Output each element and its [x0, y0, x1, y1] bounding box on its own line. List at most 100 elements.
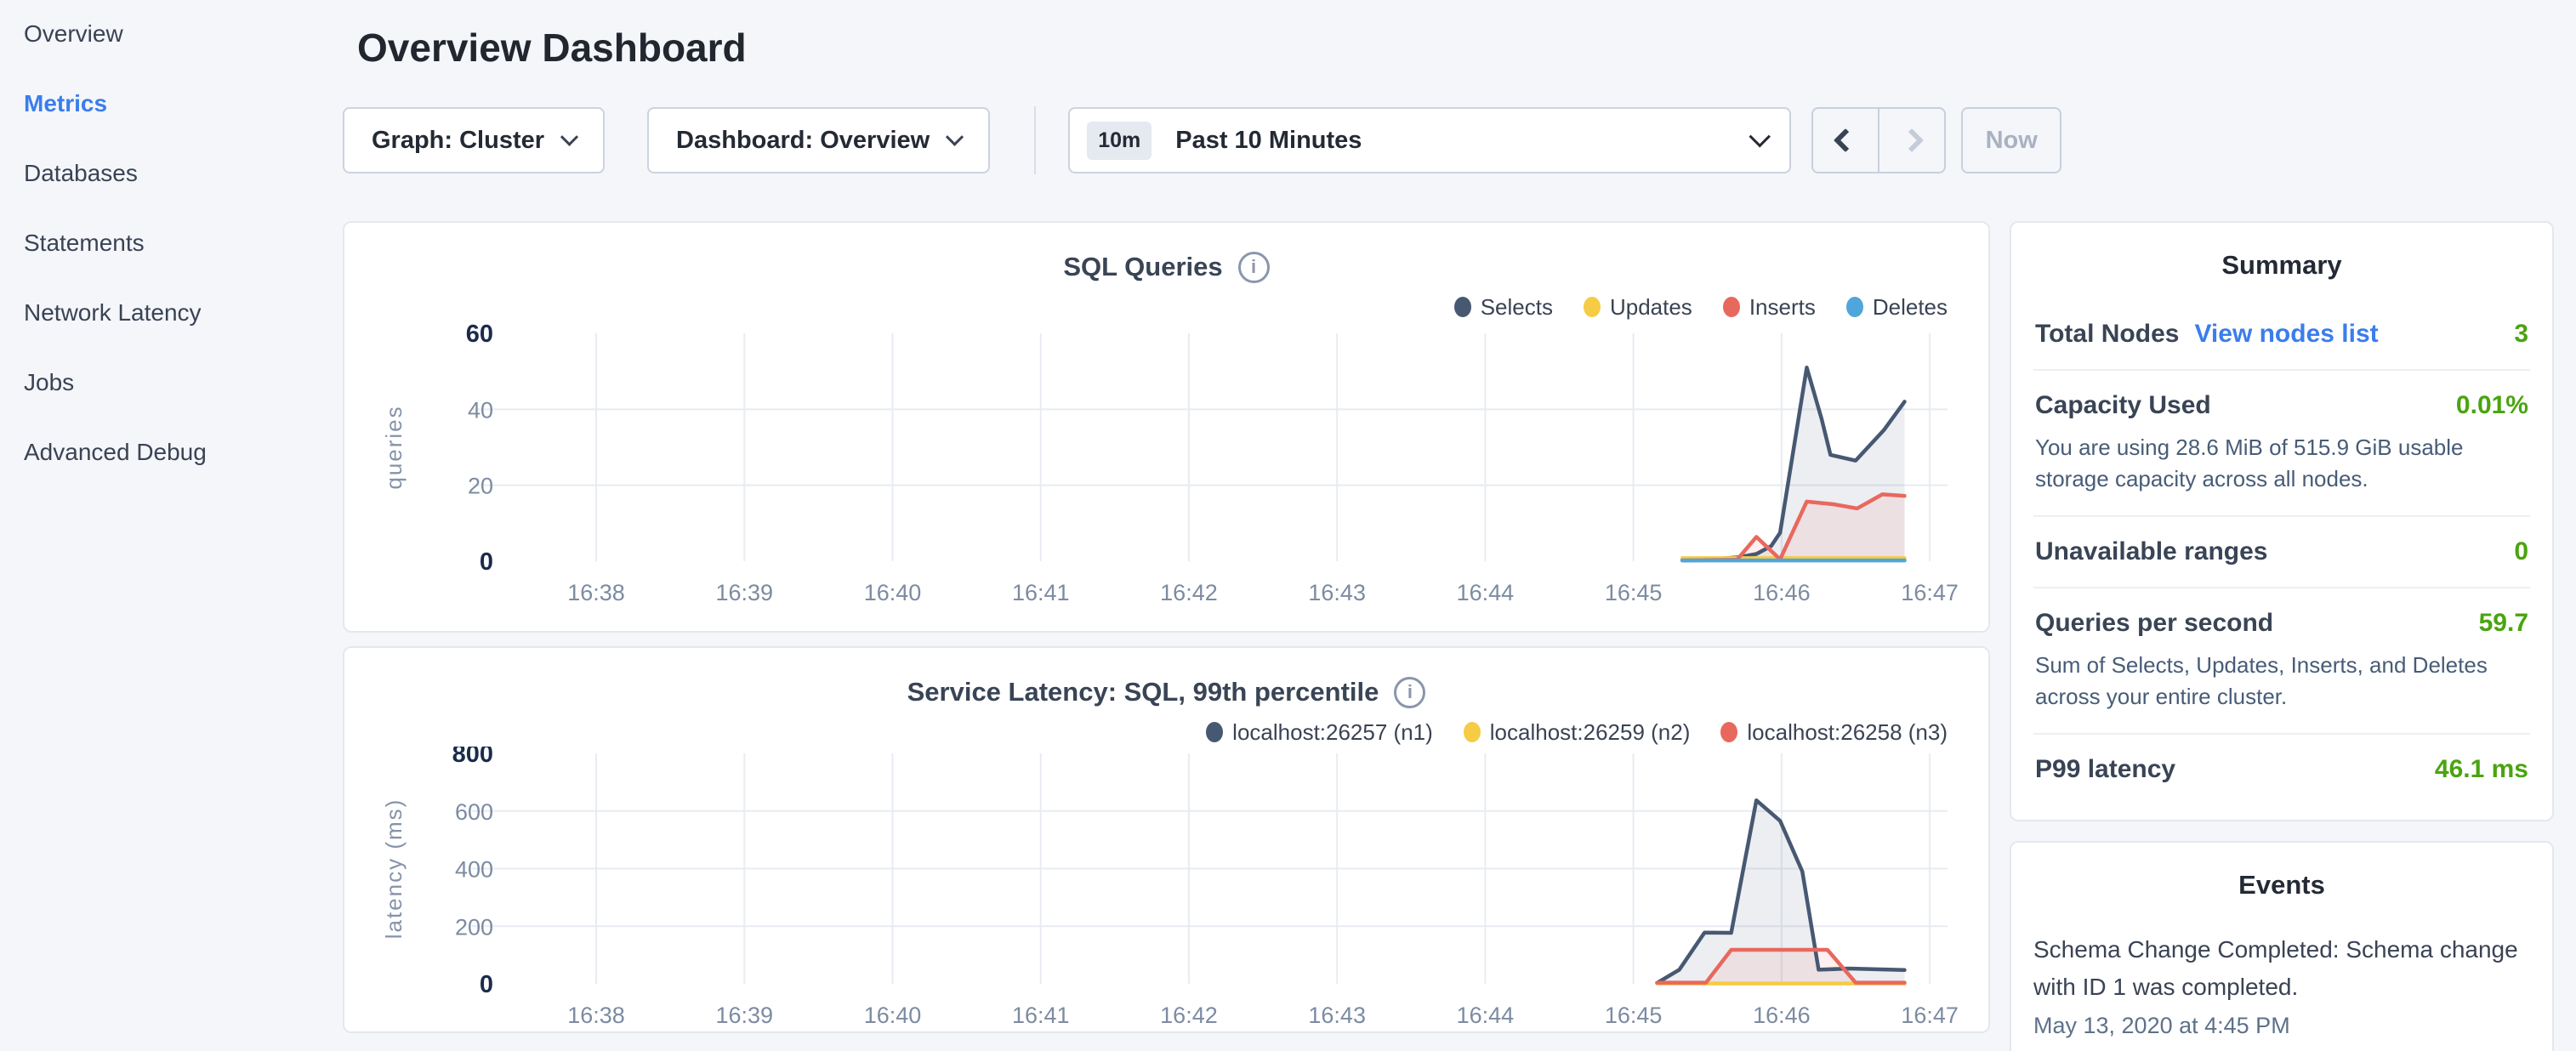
summary-row-label: P99 latency [2035, 755, 2175, 784]
service-latency-chart-plot[interactable]: 16:3816:3916:4016:4116:4216:4316:4416:45… [363, 747, 1969, 1037]
legend-item: localhost:26259 (n2) [1464, 719, 1691, 746]
legend-item: Inserts [1723, 294, 1816, 321]
sidebar-item-statements[interactable]: Statements [24, 228, 343, 258]
dashboard-dropdown-label: Dashboard: Overview [676, 127, 930, 155]
right-panel: Summary Total Nodes View nodes list 3 C [2010, 221, 2554, 1051]
summary-title: Summary [2033, 250, 2530, 281]
x-tick-label: 16:39 [715, 580, 773, 605]
legend-label: Inserts [1749, 294, 1816, 321]
view-nodes-list-link[interactable]: View nodes list [2194, 320, 2378, 349]
event-list-item[interactable]: Schema Change Completed: Schema change w… [2033, 931, 2530, 1039]
x-tick-label: 16:41 [1012, 1003, 1070, 1028]
summary-row-unavailable-ranges: Unavailable ranges 0 [2033, 517, 2530, 588]
main-content: Overview Dashboard Graph: Cluster Dashbo… [343, 0, 2576, 1051]
x-tick-label: 16:43 [1308, 580, 1366, 605]
chevron-down-icon [1749, 126, 1771, 147]
x-tick-label: 16:43 [1308, 1003, 1366, 1028]
sidebar-item-advanced-debug[interactable]: Advanced Debug [24, 437, 343, 468]
prev-time-range-button[interactable] [1813, 109, 1878, 172]
y-tick-label: 800 [452, 747, 493, 768]
sidebar-item-databases[interactable]: Databases [24, 158, 343, 189]
y-tick-label: 0 [480, 971, 493, 998]
sidebar-nav: Overview Metrics Databases Statements Networ… [0, 0, 343, 1051]
summary-row-value: 0.01% [2456, 391, 2528, 420]
y-tick-label: 60 [466, 321, 493, 348]
dashboard-dropdown[interactable]: Dashboard: Overview [647, 107, 990, 173]
chart-title: Service Latency: SQL, 99th percentile [907, 677, 1379, 707]
next-time-range-button[interactable] [1878, 109, 1944, 172]
legend-dot-icon [1720, 722, 1737, 742]
chart-legend: localhost:26257 (n1) localhost:26259 (n2)… [344, 718, 1948, 747]
legend-label: localhost:26258 (n3) [1747, 719, 1948, 746]
graph-scope-dropdown-label: Graph: Cluster [372, 127, 544, 155]
x-tick-label: 16:46 [1753, 1003, 1811, 1028]
legend-label: Deletes [1873, 294, 1948, 321]
time-range-pager [1811, 107, 1946, 173]
x-tick-label: 16:42 [1160, 1003, 1218, 1028]
chart-title: SQL Queries [1063, 252, 1222, 282]
x-tick-label: 16:44 [1457, 1003, 1515, 1028]
sidebar-item-jobs[interactable]: Jobs [24, 367, 343, 398]
legend-dot-icon [1723, 297, 1740, 317]
summary-row-label: Capacity Used [2035, 391, 2211, 420]
toolbar: Graph: Cluster Dashboard: Overview 10m P… [343, 106, 2576, 174]
chart-title-row: Service Latency: SQL, 99th percentile [344, 670, 1988, 714]
sql-queries-chart-plot[interactable]: 16:3816:3916:4016:4116:4216:4316:4416:45… [363, 321, 1969, 617]
x-tick-label: 16:45 [1605, 580, 1663, 605]
summary-row-queries-per-second: Queries per second 59.7 Sum of Selects, … [2033, 588, 2530, 735]
summary-row-value: 3 [2514, 320, 2528, 349]
y-axis-title: latency (ms) [381, 798, 407, 940]
summary-row-label: Total Nodes [2035, 320, 2179, 349]
y-axis-title: queries [381, 405, 407, 489]
sidebar-item-metrics[interactable]: Metrics [24, 88, 343, 119]
x-tick-label: 16:40 [864, 1003, 922, 1028]
legend-dot-icon [1206, 722, 1223, 742]
charts-column: SQL Queries Selects Updates Inserts Deletes… [343, 221, 1990, 1051]
x-tick-label: 16:41 [1012, 580, 1070, 605]
legend-label: localhost:26257 (n1) [1232, 719, 1433, 746]
y-tick-label: 200 [455, 914, 493, 940]
sidebar-item-overview[interactable]: Overview [24, 19, 343, 49]
info-icon[interactable] [1238, 252, 1270, 283]
sidebar-item-network-latency[interactable]: Network Latency [24, 298, 343, 328]
summary-row-value: 59.7 [2479, 609, 2528, 638]
y-tick-label: 20 [468, 474, 493, 499]
time-range-selector[interactable]: 10m Past 10 Minutes [1068, 107, 1791, 173]
events-panel: Events Schema Change Completed: Schema c… [2010, 841, 2554, 1051]
summary-row-value: 0 [2514, 537, 2528, 566]
event-timestamp: May 13, 2020 at 4:45 PM [2033, 1013, 2530, 1039]
info-icon[interactable] [1394, 677, 1425, 708]
legend-dot-icon [1454, 297, 1471, 317]
y-tick-label: 0 [480, 548, 493, 576]
legend-item: Deletes [1846, 294, 1948, 321]
legend-dot-icon [1584, 297, 1601, 317]
now-button[interactable]: Now [1961, 107, 2061, 173]
legend-item: localhost:26258 (n3) [1720, 719, 1948, 746]
summary-row-value: 46.1 ms [2435, 755, 2528, 784]
summary-row-p99-latency: P99 latency 46.1 ms [2033, 735, 2530, 789]
time-range-label: Past 10 Minutes [1175, 127, 1362, 155]
x-tick-label: 16:46 [1753, 580, 1811, 605]
y-tick-label: 400 [455, 857, 493, 883]
legend-label: Selects [1481, 294, 1553, 321]
chevron-down-icon [946, 128, 964, 145]
event-text: Schema Change Completed: Schema change w… [2033, 931, 2530, 1006]
chart-legend: Selects Updates Inserts Deletes [344, 293, 1948, 321]
x-tick-label: 16:40 [864, 580, 922, 605]
chevron-left-icon [1834, 128, 1857, 152]
summary-row-subtext: Sum of Selects, Updates, Inserts, and De… [2035, 650, 2528, 713]
legend-label: localhost:26259 (n2) [1490, 719, 1691, 746]
x-tick-label: 16:38 [567, 1003, 625, 1028]
legend-dot-icon [1846, 297, 1863, 317]
page-title: Overview Dashboard [357, 26, 2576, 70]
summary-rows: Total Nodes View nodes list 3 Capacity U… [2033, 299, 2530, 789]
y-tick-label: 40 [468, 397, 493, 423]
summary-row-capacity-used: Capacity Used 0.01% You are using 28.6 M… [2033, 371, 2530, 517]
graph-scope-dropdown[interactable]: Graph: Cluster [343, 107, 605, 173]
chevron-right-icon [1900, 128, 1924, 152]
app-root: Overview Metrics Databases Statements Networ… [0, 0, 2576, 1051]
summary-row-label: Unavailable ranges [2035, 537, 2267, 566]
summary-row-total-nodes: Total Nodes View nodes list 3 [2033, 299, 2530, 371]
summary-row-subtext: You are using 28.6 MiB of 515.9 GiB usab… [2035, 432, 2528, 495]
legend-item: Updates [1584, 294, 1692, 321]
